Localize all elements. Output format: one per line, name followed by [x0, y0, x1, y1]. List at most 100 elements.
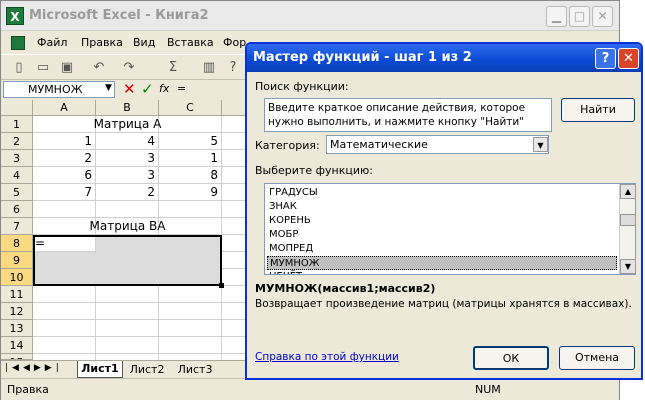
column-header-d[interactable] — [222, 100, 247, 116]
row-header-6[interactable]: 6 — [1, 201, 33, 218]
row-header-12[interactable]: 12 — [1, 303, 33, 320]
workbook-icon[interactable] — [11, 36, 25, 50]
tab-sheet1[interactable]: Лист1 — [77, 361, 123, 378]
tab-sheet2[interactable]: Лист2 — [125, 362, 169, 377]
confirm-entry-icon[interactable]: ✓ — [141, 80, 154, 98]
row-header-14[interactable]: 14 — [1, 337, 33, 354]
tab-sheet3[interactable]: Лист3 — [173, 362, 217, 377]
sheet-nav-arrows-icon[interactable]: |◀◀▶▶| — [5, 363, 63, 373]
help-icon[interactable]: ? — [223, 58, 243, 78]
function-item[interactable]: КОРЕНЬ — [267, 214, 617, 228]
function-item[interactable]: МОБР — [267, 228, 617, 242]
cell-b5[interactable]: 2 — [96, 184, 159, 201]
cell-c3[interactable]: 1 — [159, 150, 222, 167]
cell-b3[interactable]: 3 — [96, 150, 159, 167]
scroll-up-icon[interactable]: ▲ — [620, 184, 636, 199]
insert-function-icon[interactable]: fx — [159, 82, 169, 95]
undo-icon[interactable]: ↶ — [89, 58, 109, 78]
cell-matrix-ba-title[interactable]: Матрица ВА — [33, 218, 222, 235]
excel-titlebar: X Microsoft Excel - Книга2 ▁ □ ✕ — [1, 1, 619, 31]
function-item[interactable]: ГРАДУСЫ — [267, 186, 617, 200]
function-listbox[interactable]: ГРАДУСЫ ЗНАК КОРЕНЬ МОБР МОПРЕД МУМНОЖ Н… — [264, 183, 636, 275]
chart-icon[interactable]: ▥ — [199, 58, 219, 78]
dialog-title: Мастер функций - шаг 1 из 2 — [253, 50, 472, 65]
cell-matrix-a-title[interactable]: Матрица А — [33, 116, 222, 133]
ok-button[interactable]: ОК — [473, 346, 549, 370]
row-header-13[interactable]: 13 — [1, 320, 33, 337]
cell-a4[interactable]: 6 — [33, 167, 96, 184]
row-header-4[interactable]: 4 — [1, 167, 33, 184]
menu-file[interactable]: Файл — [37, 36, 67, 49]
column-header-c[interactable]: C — [159, 100, 222, 116]
row-header-11[interactable]: 11 — [1, 286, 33, 303]
row-header-9[interactable]: 9 — [1, 252, 33, 269]
maximize-button[interactable]: □ — [569, 6, 590, 27]
formula-input[interactable]: = — [177, 82, 186, 95]
search-input[interactable]: Введите краткое описание действия, котор… — [264, 98, 552, 132]
row-header-3[interactable]: 3 — [1, 150, 33, 167]
close-button[interactable]: ✕ — [592, 6, 613, 27]
dialog-help-button[interactable]: ? — [595, 48, 616, 69]
function-wizard-dialog: Мастер функций - шаг 1 из 2 ? ✕ Поиск фу… — [245, 42, 643, 380]
name-box[interactable]: МУМНОЖ — [3, 81, 115, 98]
scroll-thumb[interactable] — [620, 214, 636, 226]
row-header-1[interactable]: 1 — [1, 116, 33, 133]
select-all-corner[interactable] — [1, 100, 33, 116]
cell-a2[interactable]: 1 — [33, 133, 96, 150]
row-header-5[interactable]: 5 — [1, 184, 33, 201]
menu-insert[interactable]: Вставка — [167, 36, 214, 49]
worksheet-grid: A B C 1 2 3 4 5 6 7 8 9 10 11 12 13 14 1… — [1, 100, 247, 360]
dialog-close-button[interactable]: ✕ — [618, 48, 639, 69]
function-item[interactable]: ЗНАК — [267, 200, 617, 214]
status-num-lock: NUM — [475, 383, 501, 396]
save-icon[interactable]: ▣ — [57, 58, 77, 78]
open-folder-icon[interactable]: ▭ — [33, 58, 53, 78]
cell-a3[interactable]: 2 — [33, 150, 96, 167]
status-mode: Правка — [7, 383, 49, 396]
column-header-b[interactable]: B — [96, 100, 159, 116]
new-document-icon[interactable]: ▯ — [9, 58, 29, 78]
minimize-button[interactable]: ▁ — [546, 6, 567, 27]
cell-a8[interactable]: = — [35, 235, 45, 252]
cell-a5[interactable]: 7 — [33, 184, 96, 201]
category-dropdown-icon[interactable]: ▼ — [533, 137, 548, 152]
menu-view[interactable]: Вид — [133, 36, 155, 49]
status-bar: Правка NUM — [1, 378, 619, 400]
menu-edit[interactable]: Правка — [81, 36, 123, 49]
column-header-a[interactable]: A — [33, 100, 96, 116]
cancel-entry-icon[interactable]: ✕ — [123, 80, 136, 98]
cell-b4[interactable]: 3 — [96, 167, 159, 184]
selection-range-a8-c10[interactable] — [33, 235, 222, 286]
row-header-2[interactable]: 2 — [1, 133, 33, 150]
redo-icon[interactable]: ↷ — [119, 58, 139, 78]
category-label: Категория: — [255, 139, 320, 152]
scroll-down-icon[interactable]: ▼ — [620, 259, 636, 274]
cell-c2[interactable]: 5 — [159, 133, 222, 150]
function-help-link[interactable]: Справка по этой функции — [255, 351, 399, 363]
autosum-icon[interactable]: Σ — [163, 58, 183, 78]
dialog-titlebar: Мастер функций - шаг 1 из 2 ? ✕ — [247, 44, 641, 72]
fill-handle[interactable] — [219, 283, 224, 288]
find-button[interactable]: Найти — [561, 98, 635, 122]
listbox-scrollbar[interactable]: ▲ ▼ — [619, 184, 636, 274]
function-item-selected[interactable]: МУМНОЖ — [267, 256, 617, 270]
row-header-8[interactable]: 8 — [1, 235, 33, 252]
function-item[interactable]: МОПРЕД — [267, 242, 617, 256]
function-signature: МУМНОЖ(массив1;массив2) — [255, 282, 436, 295]
cell-c5[interactable]: 9 — [159, 184, 222, 201]
search-label: Поиск функции: — [255, 80, 349, 93]
function-item[interactable]: НЕЧЁТ — [267, 270, 617, 274]
name-box-dropdown-icon[interactable]: ▼ — [105, 83, 112, 93]
cancel-button[interactable]: Отмена — [559, 346, 635, 370]
function-description: Возвращает произведение матриц (матрицы … — [255, 298, 632, 310]
row-header-10[interactable]: 10 — [1, 269, 33, 286]
excel-app-icon: X — [6, 7, 24, 25]
select-function-label: Выберите функцию: — [255, 164, 373, 177]
row-header-7[interactable]: 7 — [1, 218, 33, 235]
excel-window-title: Microsoft Excel - Книга2 — [29, 8, 209, 23]
category-select[interactable]: Математические — [326, 135, 549, 154]
cell-c4[interactable]: 8 — [159, 167, 222, 184]
cell-b2[interactable]: 4 — [96, 133, 159, 150]
category-value: Математические — [330, 138, 428, 151]
menu-format[interactable]: Фор — [223, 36, 246, 49]
